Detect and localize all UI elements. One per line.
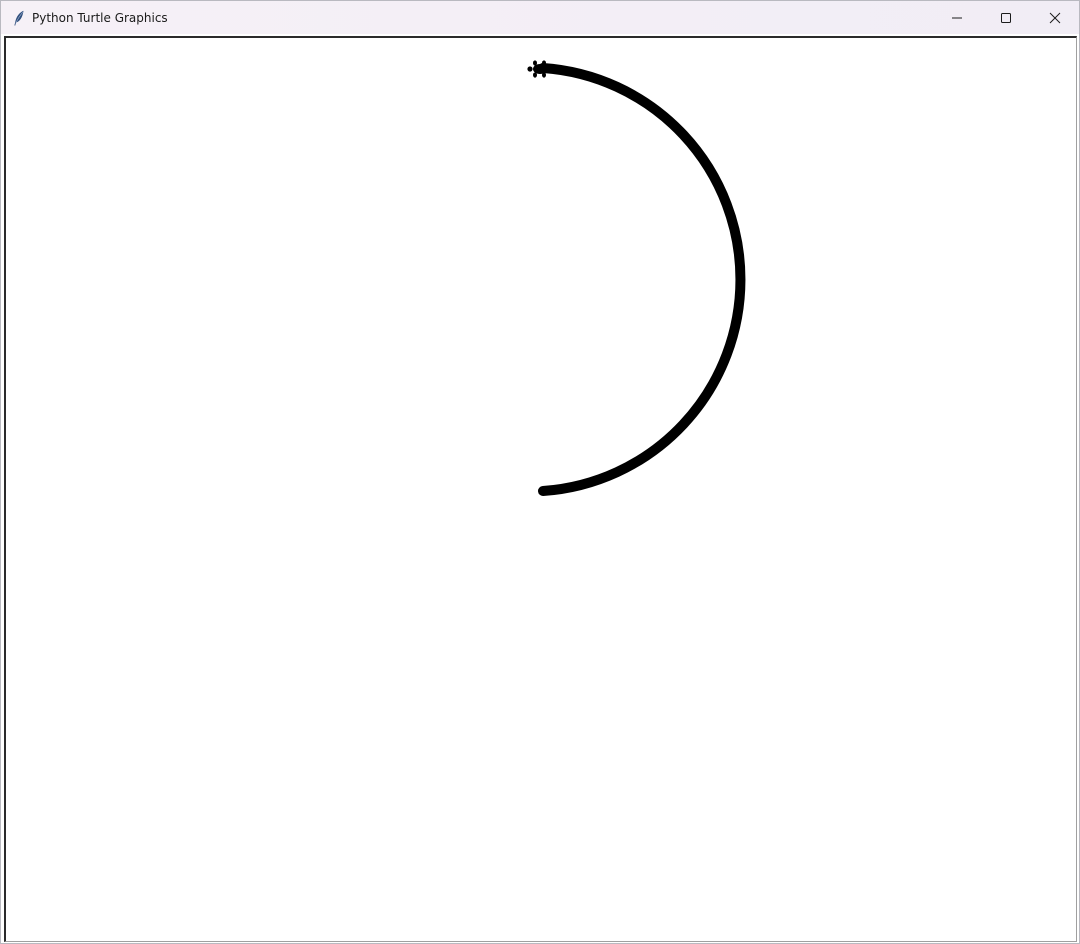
window-controls: [932, 1, 1079, 34]
turtle-window: Python Turtle Graphics: [0, 0, 1080, 944]
turtle-icon: [527, 60, 550, 78]
minimize-icon: [951, 17, 962, 18]
close-icon: [1049, 12, 1060, 23]
turtle-canvas[interactable]: [4, 36, 1077, 942]
title-bar[interactable]: Python Turtle Graphics: [1, 1, 1079, 34]
drawing-surface: [527, 60, 746, 496]
maximize-button[interactable]: [981, 1, 1030, 34]
minimize-button[interactable]: [932, 1, 981, 34]
window-title: Python Turtle Graphics: [32, 10, 168, 25]
semicircle-arc: [538, 63, 746, 496]
maximize-icon: [1000, 12, 1011, 23]
feather-icon: [11, 10, 27, 26]
close-button[interactable]: [1030, 1, 1079, 34]
